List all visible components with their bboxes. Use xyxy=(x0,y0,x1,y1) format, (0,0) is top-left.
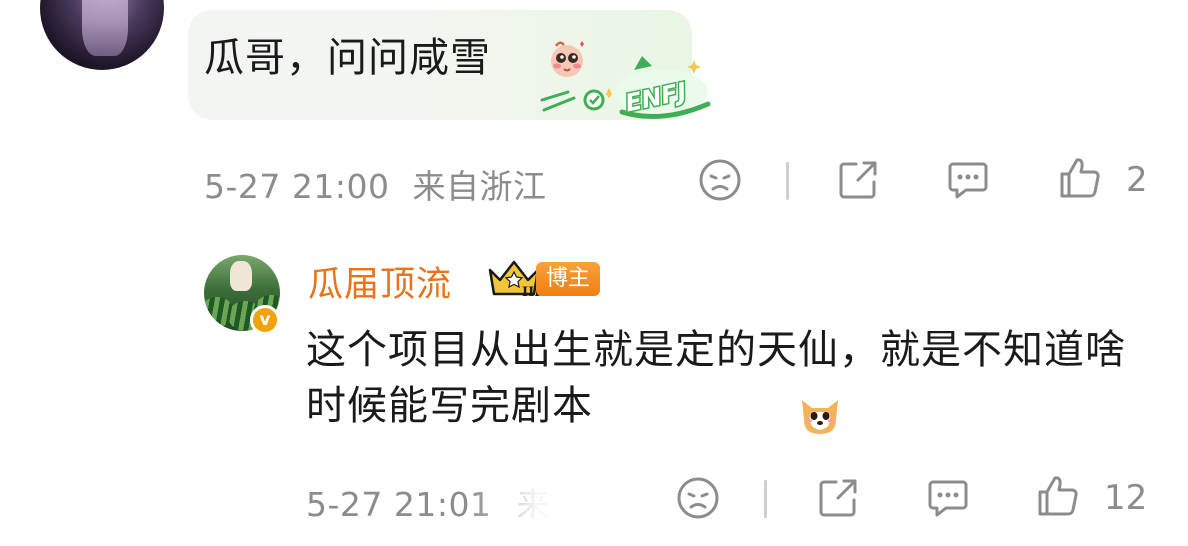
doge-emoji-icon xyxy=(802,400,838,434)
comment-location: 来自浙江 xyxy=(412,167,547,206)
reply-username[interactable]: 瓜届顶流 xyxy=(308,256,452,307)
cat-figure xyxy=(230,261,252,291)
action-divider xyxy=(764,480,767,518)
comment-icon[interactable] xyxy=(944,156,992,204)
dislike-face-icon[interactable] xyxy=(696,156,744,204)
reply-text: 这个项目从出生就是定的天仙，就是不知道啥时候能写完剧本 xyxy=(306,327,1126,429)
share-icon[interactable] xyxy=(814,474,862,522)
crown-icon: III xyxy=(488,260,540,300)
comment-icon[interactable] xyxy=(924,474,972,522)
reply-timestamp: 5-27 21:01 xyxy=(306,485,492,524)
comment-like-count: 2 xyxy=(1126,160,1148,200)
like-icon[interactable] xyxy=(1056,154,1104,202)
action-divider xyxy=(786,162,789,200)
comment-meta: 5-27 21:00 来自浙江 xyxy=(204,160,547,208)
share-icon[interactable] xyxy=(834,156,882,204)
comment-timestamp: 5-27 21:00 xyxy=(204,167,390,206)
like-icon[interactable] xyxy=(1034,472,1082,520)
reply-like-count: 12 xyxy=(1104,478,1148,518)
dislike-face-icon[interactable] xyxy=(674,474,722,522)
verified-icon: v xyxy=(250,305,280,335)
avatar-figure xyxy=(82,0,128,56)
blogger-tag: 博主 xyxy=(536,262,601,296)
comment-text: 瓜哥，问问咸雪 xyxy=(204,35,491,81)
commenter-avatar[interactable] xyxy=(40,0,164,70)
fade-overlay xyxy=(470,472,690,532)
enfj-badge-icon: ENFJ ENFJ xyxy=(540,56,711,119)
